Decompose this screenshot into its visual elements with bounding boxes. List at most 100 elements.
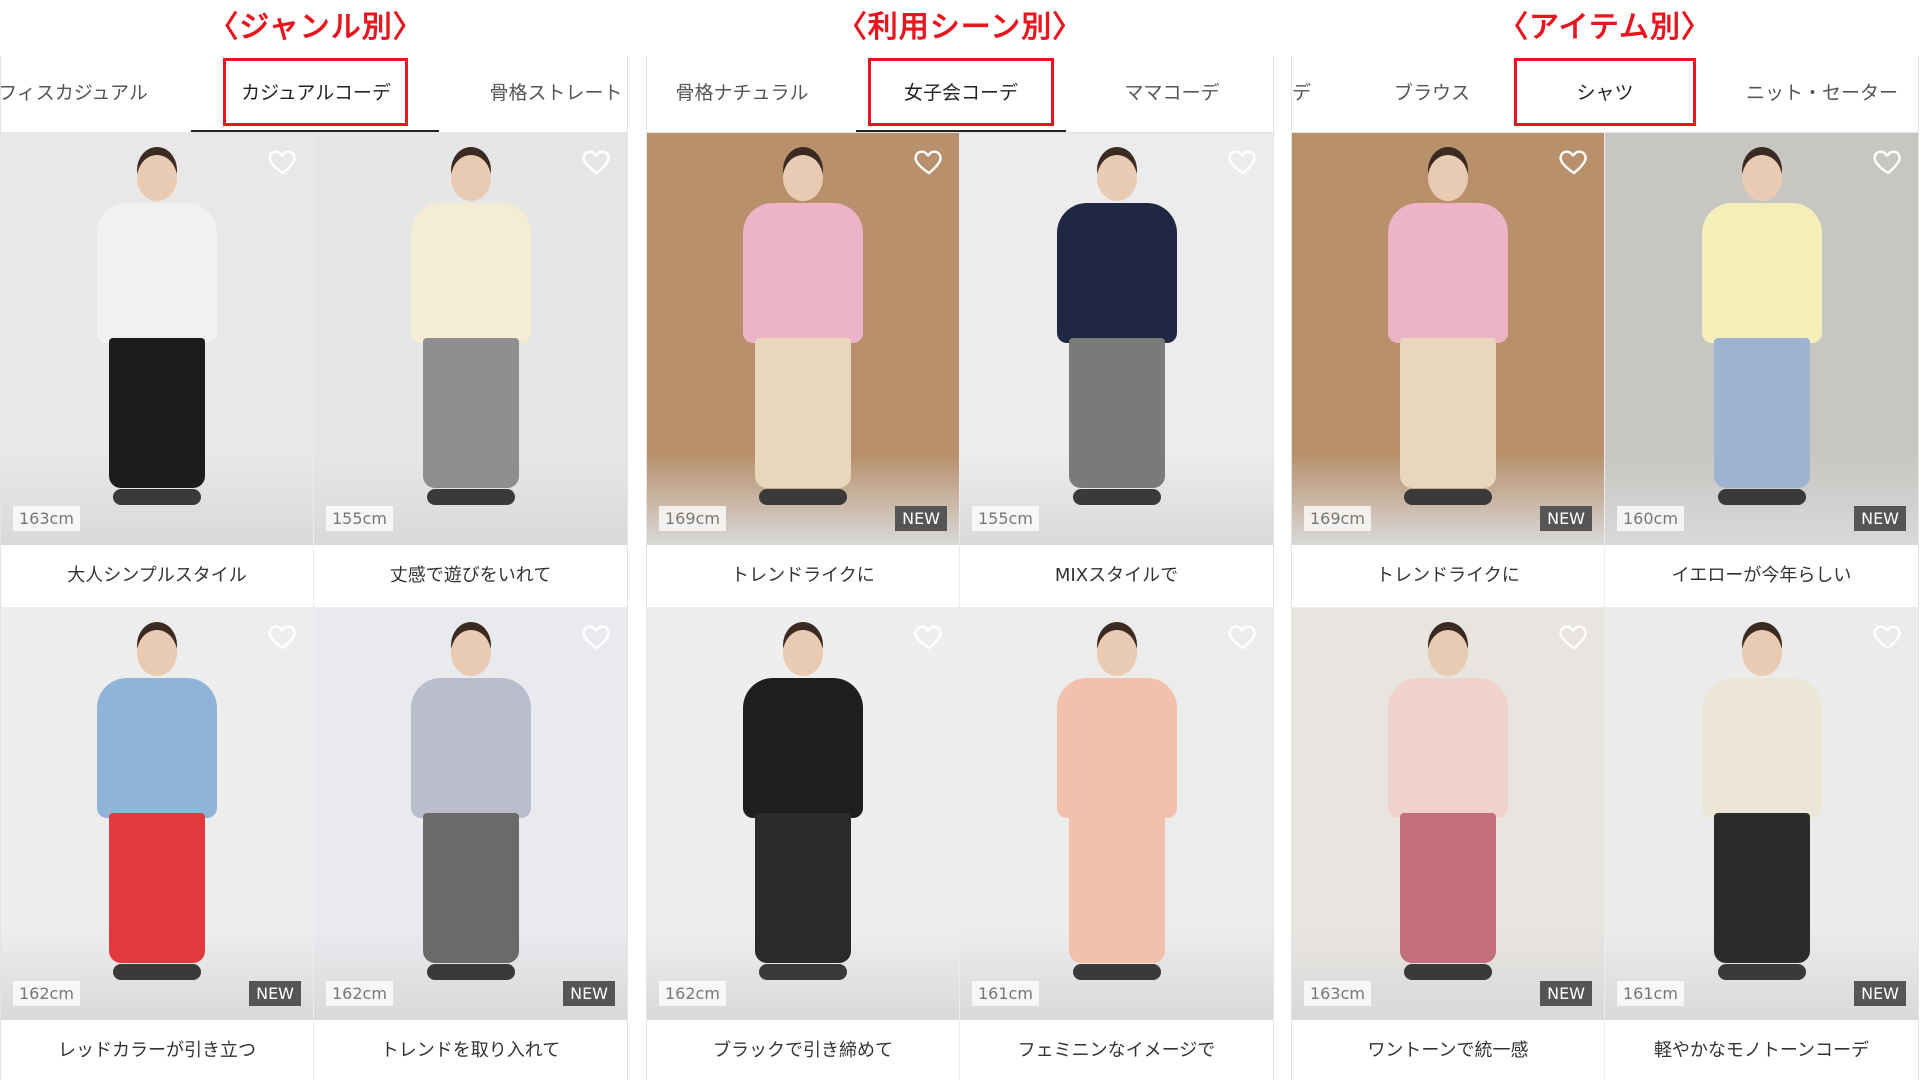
model-shoes [426, 489, 515, 505]
heart-icon[interactable] [1227, 145, 1259, 177]
outfit-photo[interactable]: 169cm NEW [647, 133, 959, 545]
outfit-card[interactable]: 155cm MIXスタイルで [960, 133, 1273, 608]
outfit-card[interactable]: 162cm NEW レッドカラーが引き立つ [1, 608, 314, 1080]
tab-mama-coordinate[interactable]: ママコーデ [1087, 56, 1257, 132]
model-bottom [1400, 338, 1496, 488]
heart-icon[interactable] [913, 620, 945, 652]
outfit-grid: 163cm 大人シンプルスタイル 155cm 丈感で遊びをいれて 162cm NEW レッド… [1, 133, 627, 1080]
tab-skeletal-natural[interactable]: 骨格ナチュラル [657, 56, 827, 132]
model-head [137, 630, 177, 676]
model-head [137, 155, 177, 201]
outfit-photo[interactable]: 160cm NEW [1605, 133, 1918, 545]
tab-previous-item[interactable]: デ [1292, 56, 1311, 132]
tab-office-casual[interactable]: フィスカジュアル [1, 56, 153, 132]
outfit-photo[interactable]: 161cm [960, 608, 1273, 1020]
active-tab-underline [856, 130, 1066, 132]
model-height-badge: 155cm [972, 506, 1039, 531]
outfit-card[interactable]: 162cm ブラックで引き締めて [647, 608, 960, 1080]
model-top [743, 678, 863, 818]
outfit-photo[interactable]: 162cm NEW [314, 608, 627, 1020]
section-title-genre: 〈ジャンル別〉 [208, 10, 424, 45]
heart-icon[interactable] [267, 145, 299, 177]
new-badge: NEW [1854, 981, 1906, 1006]
outfit-card[interactable]: 161cm フェミニンなイメージで [960, 608, 1273, 1080]
outfit-photo[interactable]: 169cm NEW [1292, 133, 1604, 545]
outfit-card[interactable]: 169cm NEW トレンドライクに [647, 133, 960, 608]
model-height-badge: 161cm [1617, 981, 1684, 1006]
outfit-photo[interactable]: 161cm NEW [1605, 608, 1918, 1020]
heart-icon[interactable] [581, 620, 613, 652]
outfit-photo[interactable]: 163cm NEW [1292, 608, 1604, 1020]
outfit-caption[interactable]: トレンドを取り入れて [314, 1020, 627, 1080]
tab-shirt[interactable]: シャツ [1514, 56, 1696, 132]
outfit-card[interactable]: 162cm NEW トレンドを取り入れて [314, 608, 627, 1080]
outfit-caption[interactable]: ワントーンで統一感 [1292, 1020, 1604, 1080]
outfit-photo[interactable]: 162cm NEW [1, 608, 313, 1020]
model-height-badge: 155cm [326, 506, 393, 531]
heart-icon[interactable] [1872, 145, 1904, 177]
scene-panel: 骨格ナチュラル 女子会コーデ ママコーデ 169cm NEW トレンドライクに 155… [646, 56, 1274, 1080]
outfit-card[interactable]: 163cm NEW ワントーンで統一感 [1292, 608, 1605, 1080]
model-top [1388, 678, 1508, 818]
tab-girls-party-coordinate[interactable]: 女子会コーデ [856, 56, 1066, 132]
heart-icon[interactable] [913, 145, 945, 177]
heart-icon[interactable] [1872, 620, 1904, 652]
model-shoes [1404, 489, 1492, 505]
outfit-caption[interactable]: トレンドライクに [647, 545, 959, 608]
model-head [450, 155, 491, 201]
model-height-badge: 161cm [972, 981, 1039, 1006]
model-bottom [1713, 338, 1810, 488]
model-shoes [113, 964, 201, 980]
outfit-photo[interactable]: 162cm [647, 608, 959, 1020]
outfit-caption[interactable]: フェミニンなイメージで [960, 1020, 1273, 1080]
outfit-card[interactable]: 160cm NEW イエローが今年らしい [1605, 133, 1918, 608]
outfit-caption[interactable]: トレンドライクに [1292, 545, 1604, 608]
model-bottom [755, 338, 851, 488]
tab-blouse[interactable]: ブラウス [1362, 56, 1502, 132]
new-badge: NEW [1854, 506, 1906, 531]
outfit-caption[interactable]: ブラックで引き締めて [647, 1020, 959, 1080]
model-height-badge: 162cm [326, 981, 393, 1006]
outfit-grid: 169cm NEW トレンドライクに 155cm MIXスタイルで 162cm ブラックで引… [647, 133, 1273, 1080]
outfit-card[interactable]: 169cm NEW トレンドライクに [1292, 133, 1605, 608]
outfit-photo[interactable]: 155cm [314, 133, 627, 545]
model-bottom [1068, 338, 1165, 488]
heart-icon[interactable] [267, 620, 299, 652]
new-badge: NEW [1540, 506, 1592, 531]
tab-skeletal-straight[interactable]: 骨格ストレート [471, 56, 627, 132]
model-head [1741, 630, 1782, 676]
model-top [97, 203, 217, 343]
tab-bar: デ ブラウス シャツ ニット・セーター [1292, 56, 1918, 133]
heart-icon[interactable] [1558, 145, 1590, 177]
outfit-caption[interactable]: 丈感で遊びをいれて [314, 545, 627, 608]
outfit-card[interactable]: 163cm 大人シンプルスタイル [1, 133, 314, 608]
new-badge: NEW [1540, 981, 1592, 1006]
outfit-card[interactable]: 161cm NEW 軽やかなモノトーンコーデ [1605, 608, 1918, 1080]
heart-icon[interactable] [1558, 620, 1590, 652]
active-tab-underline [191, 130, 439, 132]
model-bottom [1400, 813, 1496, 963]
outfit-caption[interactable]: MIXスタイルで [960, 545, 1273, 608]
model-top [410, 203, 531, 343]
model-height-badge: 162cm [13, 981, 80, 1006]
model-top [1388, 203, 1508, 343]
heart-icon[interactable] [581, 145, 613, 177]
outfit-caption[interactable]: レッドカラーが引き立つ [1, 1020, 313, 1080]
tab-bar: 骨格ナチュラル 女子会コーデ ママコーデ [647, 56, 1273, 133]
model-height-badge: 163cm [13, 506, 80, 531]
heart-icon[interactable] [1227, 620, 1259, 652]
outfit-card[interactable]: 155cm 丈感で遊びをいれて [314, 133, 627, 608]
tab-casual-coordinate[interactable]: カジュアルコーデ [191, 56, 441, 132]
outfit-photo[interactable]: 155cm [960, 133, 1273, 545]
tab-knit-sweater[interactable]: ニット・セーター [1717, 56, 1918, 132]
model-height-badge: 169cm [1304, 506, 1371, 531]
model-height-badge: 160cm [1617, 506, 1684, 531]
outfit-caption[interactable]: 軽やかなモノトーンコーデ [1605, 1020, 1918, 1080]
model-head [783, 155, 823, 201]
model-head [1428, 630, 1468, 676]
model-head [450, 630, 491, 676]
outfit-caption[interactable]: 大人シンプルスタイル [1, 545, 313, 608]
outfit-photo[interactable]: 163cm [1, 133, 313, 545]
outfit-caption[interactable]: イエローが今年らしい [1605, 545, 1918, 608]
model-head [1741, 155, 1782, 201]
